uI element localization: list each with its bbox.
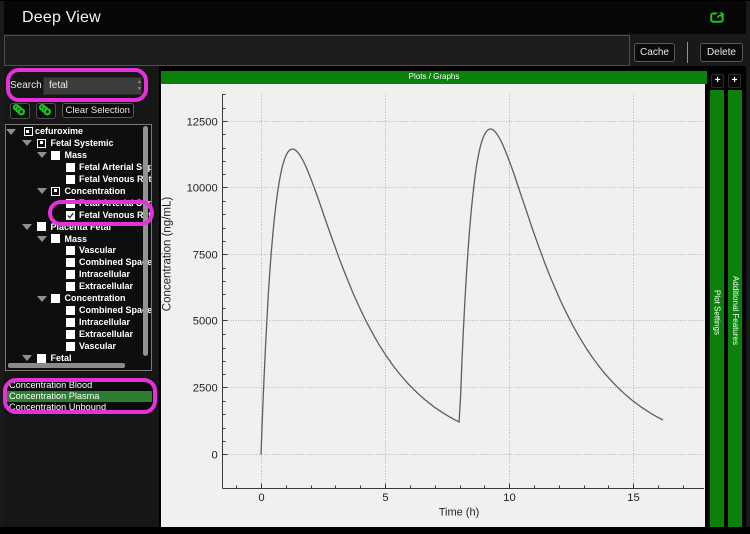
- svg-text:2500: 2500: [193, 382, 218, 394]
- svg-text:15: 15: [627, 492, 639, 504]
- svg-text:Concentration (ng/mL): Concentration (ng/mL): [162, 197, 174, 312]
- svg-text:5000: 5000: [193, 315, 218, 327]
- svg-text:12500: 12500: [187, 116, 218, 128]
- svg-text:5: 5: [382, 492, 388, 504]
- svg-text:7500: 7500: [193, 249, 218, 261]
- svg-text:0: 0: [258, 492, 264, 504]
- svg-text:Time (h): Time (h): [439, 507, 480, 519]
- svg-text:10: 10: [503, 492, 515, 504]
- svg-text:10000: 10000: [187, 182, 218, 194]
- svg-text:0: 0: [211, 449, 217, 461]
